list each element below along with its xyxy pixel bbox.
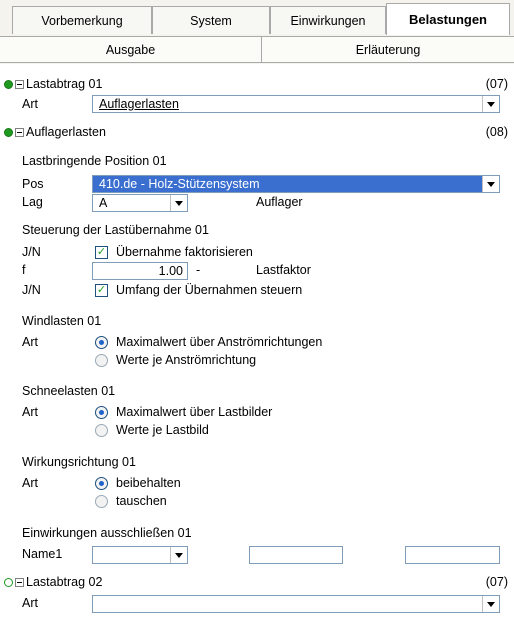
chevron-down-icon[interactable] xyxy=(482,176,499,192)
radio-label: tauschen xyxy=(116,494,167,508)
section-number: (07) xyxy=(485,575,508,589)
section-title-lastabtrag-01: Lastabtrag 01 xyxy=(26,77,103,91)
collapse-toggle-icon[interactable] xyxy=(15,128,24,137)
section-title-auflagerlasten: Auflagerlasten xyxy=(26,125,106,139)
field-label-art: Art xyxy=(22,97,38,111)
art-select-lastabtrag-01[interactable]: Auflagerlasten xyxy=(92,95,500,113)
field-label-lag: Lag xyxy=(22,195,43,209)
checkbox-label-faktorisieren: Übernahme faktorisieren xyxy=(116,245,253,259)
checkmark-icon: ✓ xyxy=(96,284,107,296)
field-label-art: Art xyxy=(22,476,38,490)
lastfaktor-description: Lastfaktor xyxy=(256,263,311,277)
radio-label: Maximalwert über Lastbilder xyxy=(116,405,273,419)
chevron-down-icon[interactable] xyxy=(170,195,187,211)
radio-label: beibehalten xyxy=(116,476,181,490)
field-label-f: f xyxy=(22,263,26,277)
richtung-radio-tauschen[interactable] xyxy=(95,495,108,508)
group-heading-schnee: Schneelasten 01 xyxy=(22,384,116,398)
section-title-lastabtrag-02: Lastabtrag 02 xyxy=(26,575,103,589)
group-heading-position: Lastbringende Position 01 xyxy=(22,154,167,168)
collapse-toggle-icon[interactable] xyxy=(15,578,24,587)
field-label-name1: Name1 xyxy=(22,547,63,561)
group-heading-richtung: Wirkungsrichtung 01 xyxy=(22,455,136,469)
form-panel: Lastabtrag 01 (07) Art Auflagerlasten Au… xyxy=(0,64,514,632)
chevron-down-icon[interactable] xyxy=(170,547,187,563)
art-select-lastabtrag-02[interactable] xyxy=(92,595,500,613)
collapse-toggle-icon[interactable] xyxy=(15,80,24,89)
field-label-art: Art xyxy=(22,335,38,349)
field-label-jn: J/N xyxy=(22,245,41,259)
field-label-art: Art xyxy=(22,405,38,419)
wind-radio-maximalwert[interactable] xyxy=(95,336,108,349)
lastfaktor-unit: - xyxy=(196,263,201,277)
section-number: (08) xyxy=(485,125,508,139)
lag-description: Auflager xyxy=(256,195,303,209)
umfang-checkbox[interactable]: ✓ xyxy=(95,284,108,297)
main-tab-bar: Vorbemerkung System Einwirkungen Belastu… xyxy=(0,0,514,40)
lastfaktor-input[interactable]: 1.00 xyxy=(92,262,188,280)
name2-input[interactable] xyxy=(249,546,343,564)
sub-tab-bar: Ausgabe Erläuterung xyxy=(0,36,514,63)
radio-label: Werte je Anströmrichtung xyxy=(116,353,257,367)
tab-system[interactable]: System xyxy=(152,6,270,34)
field-label-jn: J/N xyxy=(22,283,41,297)
radio-label: Maximalwert über Anströmrichtungen xyxy=(116,335,323,349)
name3-input[interactable] xyxy=(405,546,500,564)
lag-select[interactable]: A xyxy=(92,194,188,212)
tab-einwirkungen[interactable]: Einwirkungen xyxy=(270,6,386,34)
radio-label: Werte je Lastbild xyxy=(116,423,209,437)
tab-vorbemerkung[interactable]: Vorbemerkung xyxy=(12,6,152,34)
tab-erlaeuterung[interactable]: Erläuterung xyxy=(262,37,514,63)
wind-radio-werte[interactable] xyxy=(95,354,108,367)
faktorisieren-checkbox[interactable]: ✓ xyxy=(95,246,108,259)
name1-select[interactable] xyxy=(92,546,188,564)
tab-ausgabe[interactable]: Ausgabe xyxy=(0,37,262,63)
field-label-pos: Pos xyxy=(22,177,44,191)
section-number: (07) xyxy=(485,77,508,91)
chevron-down-icon[interactable] xyxy=(482,96,499,112)
group-heading-steuerung: Steuerung der Lastübernahme 01 xyxy=(22,223,209,237)
group-heading-ausschliessen: Einwirkungen ausschließen 01 xyxy=(22,526,192,540)
field-label-art: Art xyxy=(22,596,38,610)
schnee-radio-werte[interactable] xyxy=(95,424,108,437)
status-dot-empty-icon xyxy=(4,578,13,587)
status-dot-filled-icon xyxy=(4,128,13,137)
pos-select[interactable]: 410.de - Holz-Stützensystem xyxy=(92,175,500,193)
group-heading-wind: Windlasten 01 xyxy=(22,314,102,328)
checkmark-icon: ✓ xyxy=(96,246,107,258)
richtung-radio-beibehalten[interactable] xyxy=(95,477,108,490)
status-dot-filled-icon xyxy=(4,80,13,89)
checkbox-label-umfang: Umfang der Übernahmen steuern xyxy=(116,283,303,297)
chevron-down-icon[interactable] xyxy=(482,596,499,612)
schnee-radio-maximalwert[interactable] xyxy=(95,406,108,419)
tab-belastungen[interactable]: Belastungen xyxy=(386,3,510,35)
